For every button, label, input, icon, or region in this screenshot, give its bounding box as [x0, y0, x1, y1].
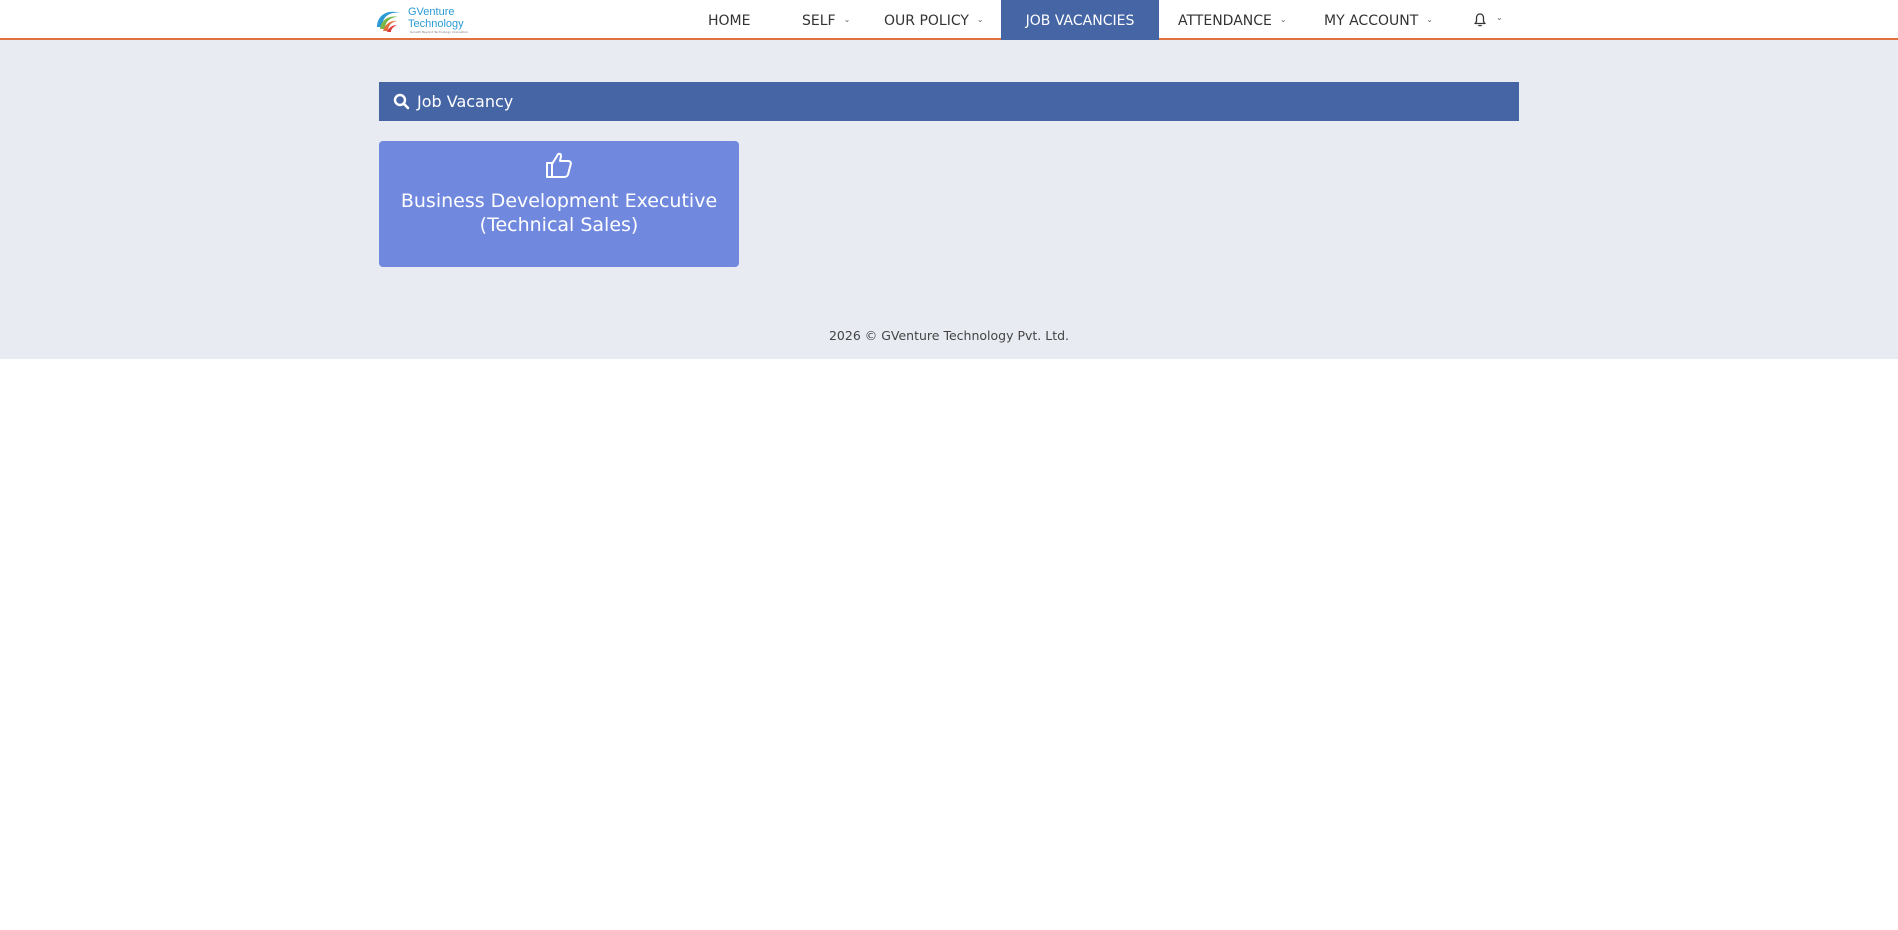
bell-icon: [1474, 13, 1486, 27]
logo-line-1: GVenture: [408, 6, 455, 18]
search-icon: [393, 93, 410, 110]
logo-text: GVenture Technology: [408, 6, 464, 30]
nav-item-self[interactable]: SELF ⌄: [802, 0, 850, 40]
nav-item-label: OUR POLICY: [884, 13, 969, 29]
nav-item-my-account[interactable]: MY ACCOUNT ⌄: [1324, 0, 1433, 40]
job-card[interactable]: Business Development Executive (Technica…: [379, 141, 739, 267]
chevron-down-icon: ⌄: [843, 15, 851, 24]
logo-line-2: Technology: [408, 18, 464, 30]
nav-item-label: SELF: [802, 13, 836, 29]
logo-swoosh-icon: [377, 11, 400, 32]
nav-item-label: MY ACCOUNT: [1324, 13, 1419, 29]
job-title: Business Development Executive (Technica…: [400, 190, 718, 236]
nav-item-our-policy[interactable]: OUR POLICY ⌄: [884, 0, 984, 40]
thumbs-up-icon: [546, 152, 572, 178]
job-vacancy-header: Job Vacancy: [379, 82, 1519, 121]
chevron-down-icon: ⌄: [1496, 13, 1503, 22]
logo-tagline: Growth Beyond Technology Innovation: [410, 30, 468, 34]
nav-item-home[interactable]: HOME: [708, 0, 750, 40]
nav-item-label: ATTENDANCE: [1178, 13, 1272, 29]
chevron-down-icon: ⌄: [976, 15, 984, 24]
nav-item-job-vacancies[interactable]: JOB VACANCIES: [1001, 0, 1159, 40]
panel-title: Job Vacancy: [417, 92, 514, 111]
top-navbar: GVenture Technology Growth Beyond Techno…: [0, 0, 1898, 40]
chevron-down-icon: ⌄: [1426, 15, 1433, 24]
nav-item-label: HOME: [708, 13, 751, 29]
footer-copyright: 2026 © GVenture Technology Pvt. Ltd.: [828, 328, 1070, 343]
nav-item-attendance[interactable]: ATTENDANCE ⌄: [1178, 0, 1287, 40]
nav-item-notifications[interactable]: ⌄: [1472, 0, 1508, 40]
company-logo[interactable]: GVenture Technology Growth Beyond Techno…: [374, 5, 468, 35]
nav-item-label: JOB VACANCIES: [1025, 13, 1135, 29]
chevron-down-icon: ⌄: [1279, 15, 1287, 24]
